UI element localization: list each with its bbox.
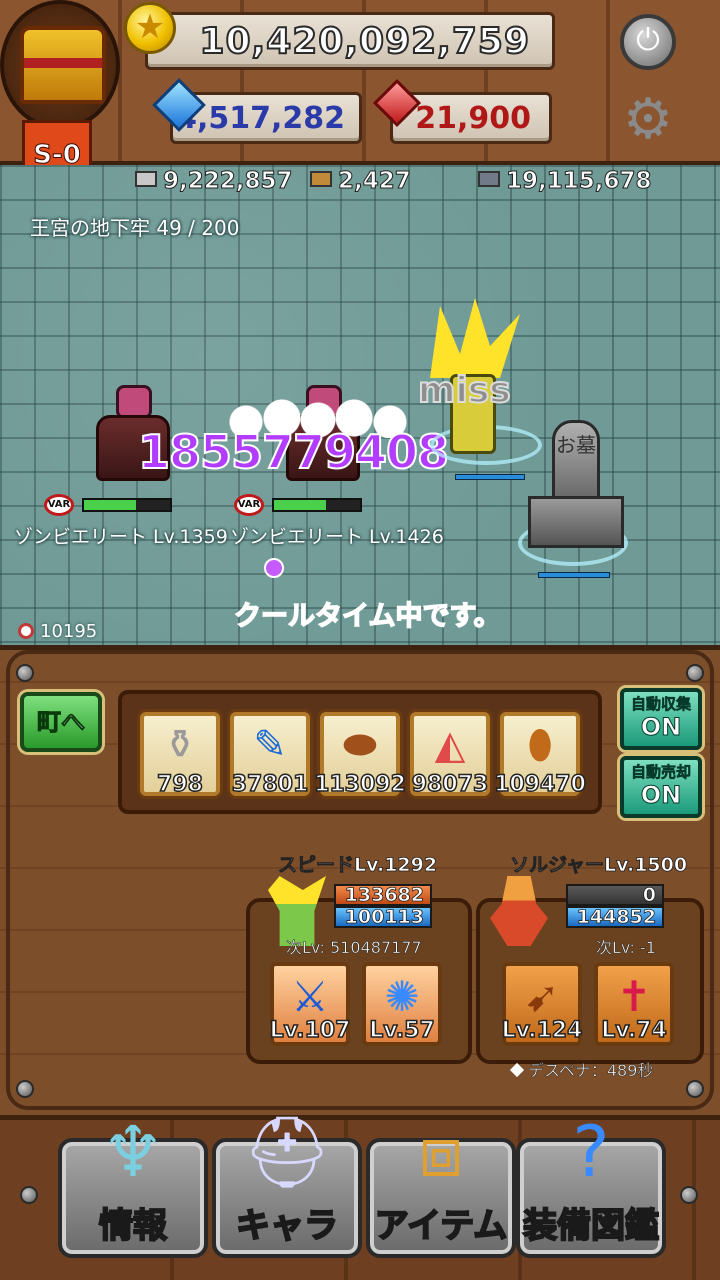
enemy-2-name: ゾンビエリート Lv.1426 <box>230 526 444 548</box>
settings-gear-icon[interactable]: ⚙ <box>618 90 678 150</box>
damage-number: 1855779408 <box>137 424 450 480</box>
power-button[interactable]: ⏻ <box>620 14 676 70</box>
miss-text: miss <box>417 369 512 412</box>
sword-icon: ⚔ <box>291 972 329 1021</box>
item-count-feather: 37801 <box>231 771 309 798</box>
resource-bar: 9,222,857 2,427 19,115,678 <box>0 166 720 196</box>
nav-item-label: アイテム <box>374 1205 509 1247</box>
character-2-name: ソルジャーLv.1500 <box>510 854 688 877</box>
sparkle-icon <box>264 558 284 578</box>
ore-icon <box>135 171 157 187</box>
nav-chara-label: キャラ <box>235 1205 339 1247</box>
auto-collect-label: 自動収集 <box>630 695 692 714</box>
enemy-1-name: ゾンビエリート Lv.1359 <box>14 526 228 548</box>
helmet-icon: ⛑ <box>242 1111 332 1193</box>
grave-tombstone[interactable]: お墓 <box>528 420 624 550</box>
nav-info-label: 情報 <box>98 1205 168 1247</box>
book-icon: ? <box>572 1111 610 1193</box>
item-count-cake: 98073 <box>411 771 489 798</box>
auto-sell-state: ON <box>640 781 682 809</box>
wood-resource: 2,427 <box>310 168 412 195</box>
grave-mini-bar <box>538 572 610 578</box>
ruby-amount: 21,900 <box>415 101 531 136</box>
character-1-next-level: 次Lv: 510487177 <box>286 938 422 958</box>
cake-icon: ◭ <box>434 722 466 768</box>
character-1-skill-1-level: Lv.107 <box>269 1017 351 1044</box>
go-to-town-button[interactable]: 町へ <box>20 692 102 752</box>
stone-icon <box>478 171 500 187</box>
kill-counter: 10195 <box>18 621 97 642</box>
ore-resource: 9,222,857 <box>135 168 293 195</box>
auto-sell-label: 自動売却 <box>630 763 692 782</box>
auto-collect-state: ON <box>640 713 682 741</box>
var-badge-1: VAR <box>44 494 74 516</box>
stone-resource: 19,115,678 <box>478 168 653 195</box>
meat-icon: ⬮ <box>527 722 553 768</box>
rivet-icon <box>16 664 34 682</box>
character-2-skill-1-level: Lv.124 <box>501 1017 583 1044</box>
item-count-bread: 113092 <box>313 771 406 798</box>
hero-mini-bar <box>455 474 525 480</box>
dungeon-progress: 王宮の地下牢 49 / 200 <box>30 216 240 240</box>
ore-amount: 9,222,857 <box>163 168 293 195</box>
kill-count-value: 10195 <box>40 621 98 642</box>
character-2-stat-bottom: 144852 <box>566 906 664 928</box>
wood-icon <box>310 171 332 187</box>
character-1-skill-2-level: Lv.57 <box>368 1017 435 1044</box>
character-2-skill-2-level: Lv.74 <box>600 1017 667 1044</box>
diamond-icon <box>509 1062 525 1078</box>
chest-icon: ⧈ <box>418 1111 464 1193</box>
enemy-1-hp-fill <box>84 500 136 510</box>
frost-ring-icon: ✺ <box>384 972 420 1021</box>
nav-equipment-book-label: 装備図鑑 <box>522 1205 660 1247</box>
potion-icon: ⚱ <box>163 722 197 768</box>
rivet-icon <box>686 664 704 682</box>
treasure-chest-icon <box>20 26 106 104</box>
enemy-1-hp-bar <box>82 498 172 512</box>
treasure-badge[interactable] <box>0 0 120 130</box>
rivet-icon <box>686 1080 704 1098</box>
gold-amount: 10,420,092,759 <box>198 20 530 63</box>
character-2-stat-top: 0 <box>566 884 664 906</box>
target-icon <box>18 623 34 639</box>
auto-collect-toggle[interactable]: 自動収集 ON <box>620 688 702 750</box>
feather-icon: ✎ <box>253 722 287 768</box>
rivet-icon <box>20 1186 38 1204</box>
cooldown-message: クールタイム中です。 <box>233 600 501 633</box>
death-penalty-timer: デスペナ：489秒 <box>509 1057 654 1081</box>
character-2-next-level: 次Lv: -1 <box>596 938 656 958</box>
character-1-stat-top: 133682 <box>334 884 432 906</box>
rivet-icon <box>680 1186 698 1204</box>
item-count-potion: 798 <box>156 771 203 798</box>
enemy-2-hp-fill <box>274 500 326 510</box>
character-1-stat-bottom: 100113 <box>334 906 432 928</box>
arrow-icon: ➹ <box>524 972 560 1021</box>
grave-text: お墓 <box>552 420 600 500</box>
death-penalty-text: デスペナ：489秒 <box>528 1061 654 1081</box>
character-1-name: スピードLv.1292 <box>278 854 438 877</box>
gold-display: 10,420,092,759 <box>145 12 555 70</box>
auto-sell-toggle[interactable]: 自動売却 ON <box>620 756 702 818</box>
enemy-2-hp-bar <box>272 498 362 512</box>
bread-icon: ⬬ <box>342 722 378 768</box>
item-count-meat: 109470 <box>493 771 586 798</box>
var-badge-2: VAR <box>234 494 264 516</box>
rivet-icon <box>16 1080 34 1098</box>
info-emblem-icon: ♆ <box>101 1111 165 1193</box>
wood-amount: 2,427 <box>338 168 412 195</box>
stone-amount: 19,115,678 <box>506 168 653 195</box>
gold-coin-icon: ★ <box>124 2 176 54</box>
holy-sword-icon: ✝ <box>616 972 652 1021</box>
